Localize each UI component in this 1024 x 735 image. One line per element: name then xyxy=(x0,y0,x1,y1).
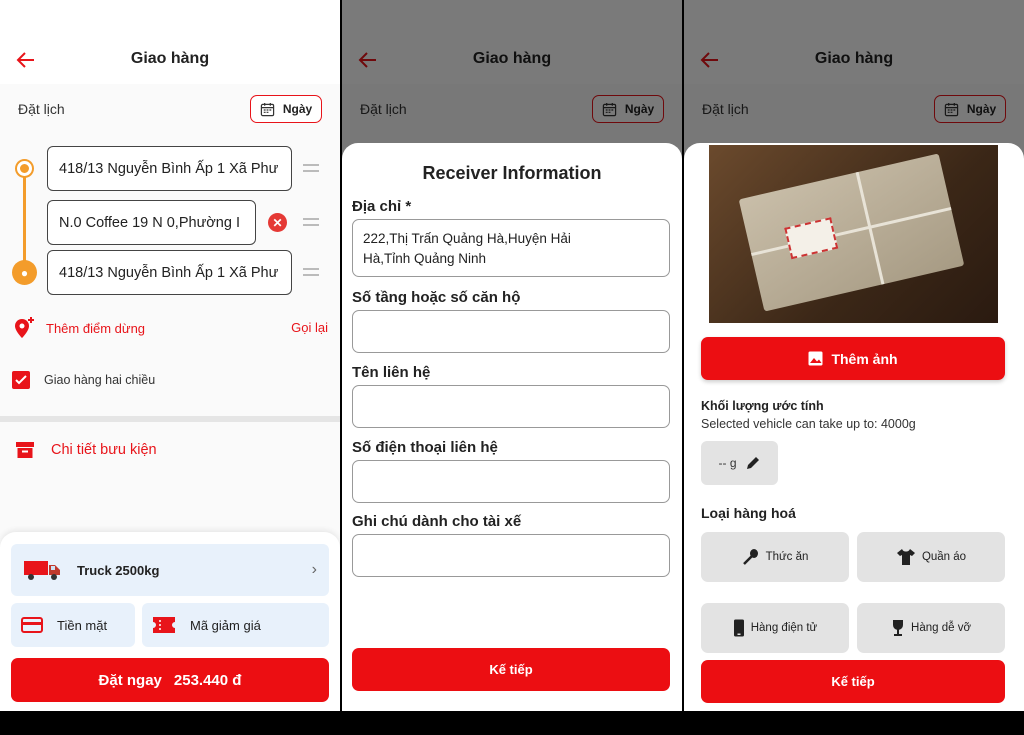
price-label: 253.440 đ xyxy=(173,671,242,689)
book-now-button[interactable]: Đặt ngay 253.440 đ xyxy=(11,658,329,702)
address-line-1: 222,Thị Trấn Quảng Hà,Huyện Hải xyxy=(363,231,571,246)
stamp-icon xyxy=(784,217,839,260)
promo-label: Mã giảm giá xyxy=(190,617,261,633)
date-button[interactable]: Ngày xyxy=(250,95,322,123)
goods-type-label: Hàng dễ vỡ xyxy=(911,622,971,634)
goods-type-clothes[interactable]: Quần áo xyxy=(857,532,1005,582)
receiver-sheet: Receiver Information Địa chỉ * 222,Thị T… xyxy=(342,143,682,711)
two-way-checkbox[interactable]: Giao hàng hai chiều xyxy=(12,371,155,389)
truck-icon xyxy=(24,561,60,580)
address-line-2: Hà,Tỉnh Quảng Ninh xyxy=(363,251,487,266)
weight-title: Khối lượng ước tính xyxy=(701,399,824,413)
calendar-icon xyxy=(260,102,275,116)
add-stop-label: Thêm điểm dừng xyxy=(46,320,146,336)
goods-type-electronics[interactable]: Hàng điện tử xyxy=(701,603,849,653)
credit-card-icon xyxy=(21,617,43,633)
promo-code-button[interactable]: Mã giảm giá xyxy=(142,603,329,647)
phone-label: Số điện thoại liên hệ xyxy=(352,439,498,456)
driver-note-field[interactable] xyxy=(352,534,670,577)
add-location-icon xyxy=(15,317,34,338)
next-button[interactable]: Kế tiếp xyxy=(352,648,670,691)
stop-input-2[interactable]: N.0 Coffee 19 N 0,Phường I xyxy=(47,200,256,245)
goods-type-label: Thức ăn xyxy=(765,551,809,563)
add-photo-button[interactable]: Thêm ảnh xyxy=(701,337,1005,380)
goods-type-label: Quần áo xyxy=(921,551,967,563)
phone-icon xyxy=(733,619,744,637)
pencil-icon xyxy=(746,457,759,469)
goods-type-label: Hàng điện tử xyxy=(750,622,818,634)
food-icon xyxy=(742,549,758,565)
payment-method-button[interactable]: Tiền mặt xyxy=(11,603,135,647)
package-image xyxy=(738,153,965,312)
image-icon xyxy=(808,351,823,366)
dropoff-pin-icon: ● xyxy=(12,260,37,285)
goods-sheet: Thêm ảnh Khối lượng ước tính Selected ve… xyxy=(684,143,1024,711)
checkbox-checked-icon xyxy=(12,371,30,389)
chevron-right-icon: › xyxy=(311,561,317,578)
vehicle-label: Truck 2500kg xyxy=(77,562,160,578)
phone-field[interactable] xyxy=(352,460,670,503)
section-divider xyxy=(0,416,340,422)
parcel-photo xyxy=(709,145,998,323)
stop-input-1[interactable]: 418/13 Nguyễn Bình Ấp 1 Xã Phư xyxy=(47,146,292,191)
receiver-screen: Giao hàng Đặt lịch Ngày Receiver Informa… xyxy=(342,0,682,711)
system-nav-bar xyxy=(0,711,1024,735)
weight-limit-text: Selected vehicle can take up to: 4000g xyxy=(701,417,916,431)
archive-box-icon xyxy=(16,442,34,458)
floor-label: Số tầng hoặc số căn hộ xyxy=(352,289,521,306)
parcel-details-button[interactable]: Chi tiết bưu kiện xyxy=(15,440,157,460)
stop-input-3[interactable]: 418/13 Nguyễn Bình Ấp 1 Xã Phư xyxy=(47,250,292,295)
route-line xyxy=(23,170,26,272)
payment-label: Tiền mặt xyxy=(57,617,108,633)
add-photo-label: Thêm ảnh xyxy=(831,350,898,367)
pickup-dot-icon xyxy=(17,161,32,176)
contact-name-field[interactable] xyxy=(352,385,670,428)
add-stop-button[interactable]: Thêm điểm dừng xyxy=(12,316,145,340)
weight-value: -- g xyxy=(718,456,737,470)
page-title: Giao hàng xyxy=(130,50,210,67)
weight-edit-button[interactable]: -- g xyxy=(701,441,778,485)
two-way-label: Giao hàng hai chiều xyxy=(44,373,156,387)
address-label: Địa chỉ * xyxy=(352,198,412,215)
floor-field[interactable] xyxy=(352,310,670,353)
tshirt-icon xyxy=(896,549,915,565)
app-screens: Giao hàng Đặt lịch Ngày ● 418/13 Nguyễn … xyxy=(0,0,1024,735)
drag-handle-icon[interactable] xyxy=(303,218,319,226)
sheet-title: Receiver Information xyxy=(422,163,602,183)
contact-name-label: Tên liên hệ xyxy=(352,364,431,381)
goods-screen: Giao hàng Đặt lịch Ngày Thêm ảnh Khối lư… xyxy=(684,0,1024,711)
driver-note-label: Ghi chú dành cho tài xế xyxy=(352,513,522,530)
header xyxy=(0,0,340,84)
drag-handle-icon[interactable] xyxy=(303,268,319,276)
drag-handle-icon[interactable] xyxy=(303,164,319,172)
schedule-label: Đặt lịch xyxy=(18,101,65,117)
goods-type-title: Loại hàng hoá xyxy=(701,505,796,521)
vehicle-selector[interactable]: Truck 2500kg › xyxy=(11,544,329,596)
address-field[interactable]: 222,Thị Trấn Quảng Hà,Huyện Hải Hà,Tỉnh … xyxy=(352,219,670,277)
goods-type-fragile[interactable]: Hàng dễ vỡ xyxy=(857,603,1005,653)
next-button[interactable]: Kế tiếp xyxy=(701,660,1005,703)
ticket-icon xyxy=(153,617,175,633)
book-label: Đặt ngay xyxy=(98,671,162,689)
reset-button[interactable]: Gọi lại xyxy=(291,320,328,335)
goods-type-food[interactable]: Thức ăn xyxy=(701,532,849,582)
wine-glass-icon xyxy=(893,620,904,636)
date-button-label: Ngày xyxy=(282,102,313,116)
parcel-details-label: Chi tiết bưu kiện xyxy=(51,442,157,458)
remove-stop-icon[interactable]: ✕ xyxy=(268,213,287,232)
delivery-screen: Giao hàng Đặt lịch Ngày ● 418/13 Nguyễn … xyxy=(0,0,340,711)
